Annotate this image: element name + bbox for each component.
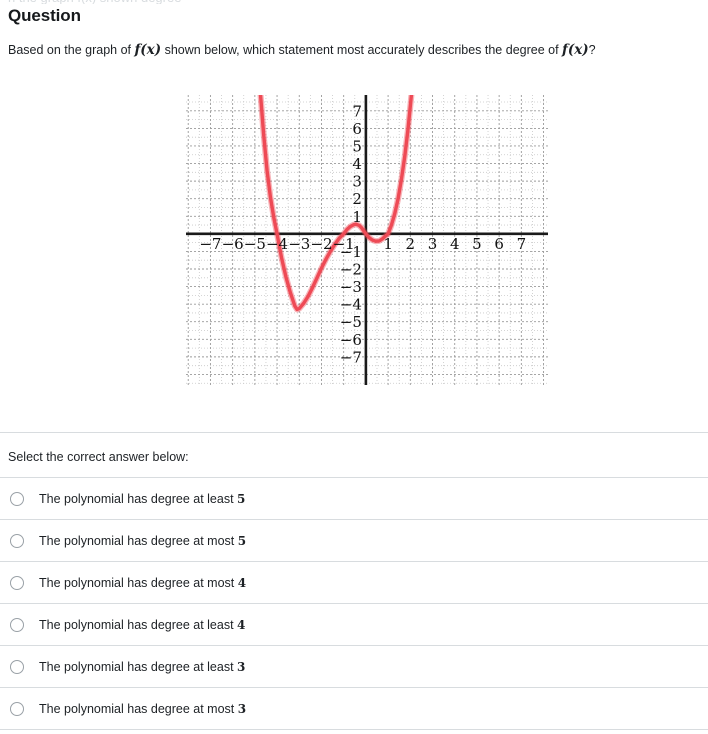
option-text: The polynomial has degree at least (39, 660, 238, 674)
x-tick-label: −4 (266, 235, 288, 253)
x-tick-label: −5 (244, 235, 266, 253)
graph-svg: −7 −6 −5 −4 −3 −2 −1 1 2 3 4 5 6 77654321−1−2−3−4−5−6… (186, 95, 548, 385)
divider-above-select (0, 432, 708, 433)
x-tick-label: 5 (472, 235, 482, 253)
question-prompt: Based on the graph of f(x) shown below, … (8, 42, 700, 58)
y-tick-label: 2 (352, 190, 362, 208)
y-tick-label: 7 (352, 102, 362, 120)
option-degree-value: 4 (237, 618, 246, 632)
prompt-segment-1: Based on the graph of (8, 43, 135, 57)
answer-option-label-1: The polynomial has degree at least 5 (39, 492, 245, 506)
radio-button-option-5[interactable] (10, 660, 24, 674)
answer-option-4[interactable]: The polynomial has degree at least 4 (0, 604, 708, 646)
x-tick-label: 7 (517, 235, 527, 253)
clipped-top-text: n the graph f(x) shown degree (8, 0, 698, 4)
option-degree-value: 5 (237, 492, 246, 506)
x-tick-label: 2 (406, 235, 416, 253)
prompt-segment-3: ? (588, 43, 596, 57)
y-tick-label: −4 (340, 296, 362, 314)
x-tick-label: −2 (310, 235, 332, 253)
radio-button-option-3[interactable] (10, 576, 24, 590)
option-text: The polynomial has degree at least (39, 492, 238, 506)
answer-option-6[interactable]: The polynomial has degree at most 3 (0, 688, 708, 730)
option-text: The polynomial has degree at least (39, 618, 238, 632)
answer-option-label-6: The polynomial has degree at most 3 (39, 702, 246, 716)
x-tick-label: 6 (494, 235, 504, 253)
y-tick-label: −6 (340, 331, 362, 349)
question-page: n the graph f(x) shown degree Question B… (0, 0, 708, 734)
x-tick-label: −7 (199, 235, 221, 253)
x-tick-label: 1 (383, 235, 393, 253)
option-divider (0, 729, 708, 730)
x-tick-label: −6 (222, 235, 244, 253)
x-tick-label: 3 (428, 235, 438, 253)
page-title: Question (8, 6, 81, 25)
option-text: The polynomial has degree at most (39, 534, 238, 548)
option-degree-value: 4 (237, 576, 247, 590)
answer-option-2[interactable]: The polynomial has degree at most 5 (0, 520, 708, 562)
y-tick-label: 6 (352, 120, 362, 138)
prompt-segment-2: shown below, which statement most accura… (161, 43, 563, 57)
math-fx-1: f(x) (134, 42, 162, 58)
y-tick-label: 4 (352, 155, 362, 173)
answer-option-label-2: The polynomial has degree at most 5 (39, 534, 246, 548)
answer-option-5[interactable]: The polynomial has degree at least 3 (0, 646, 708, 688)
radio-button-option-2[interactable] (10, 534, 24, 548)
radio-button-option-1[interactable] (10, 492, 24, 506)
y-tick-label: −7 (340, 348, 362, 366)
radio-button-option-6[interactable] (10, 702, 24, 716)
y-tick-label: −5 (340, 313, 362, 331)
answer-option-label-3: The polynomial has degree at most 4 (39, 576, 246, 590)
y-tick-label: −3 (340, 278, 362, 296)
option-degree-value: 5 (237, 534, 247, 548)
y-tick-label: −2 (340, 261, 362, 279)
x-tick-label: −3 (288, 235, 310, 253)
select-answer-label: Select the correct answer below: (8, 450, 189, 464)
answer-option-label-4: The polynomial has degree at least 4 (39, 618, 245, 632)
x-tick-label: 4 (450, 235, 460, 253)
option-degree-value: 3 (237, 702, 247, 716)
answer-option-1[interactable]: The polynomial has degree at least 5 (0, 478, 708, 520)
function-graph: −7 −6 −5 −4 −3 −2 −1 1 2 3 4 5 6 7 7 6 5 4 3 2 1 −1 −2 −3 −4 −5 −6… (186, 95, 548, 385)
option-degree-value: 3 (237, 660, 246, 674)
option-text: The polynomial has degree at most (39, 576, 238, 590)
answer-option-3[interactable]: The polynomial has degree at most 4 (0, 562, 708, 604)
y-tick-label: −1 (340, 243, 362, 261)
math-fx-2: f(x) (562, 42, 589, 58)
answer-option-label-5: The polynomial has degree at least 3 (39, 660, 245, 674)
y-tick-label: 1 (352, 208, 362, 226)
option-text: The polynomial has degree at most (39, 702, 238, 716)
y-tick-label: 5 (352, 137, 362, 155)
radio-button-option-4[interactable] (10, 618, 24, 632)
y-tick-label: 3 (352, 173, 362, 191)
